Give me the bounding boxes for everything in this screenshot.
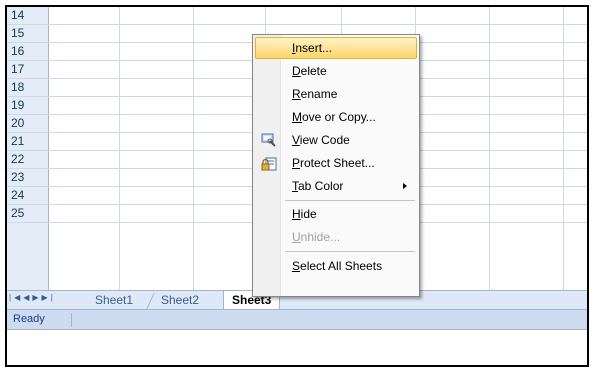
- sheet-tab[interactable]: Sheet1: [87, 291, 141, 309]
- view-code-icon: [261, 133, 276, 147]
- menu-item-rename[interactable]: Rename: [255, 83, 417, 105]
- row-header[interactable]: 20: [7, 115, 49, 132]
- status-text: Ready: [13, 313, 45, 325]
- row-header[interactable]: 22: [7, 151, 49, 168]
- table-row[interactable]: 14: [7, 7, 587, 25]
- row-header[interactable]: 25: [7, 205, 49, 222]
- status-divider: [71, 313, 72, 327]
- row-header[interactable]: 15: [7, 25, 49, 42]
- sheet-tab[interactable]: Sheet2: [153, 291, 207, 309]
- protect-sheet-icon: [261, 157, 277, 171]
- row-header: [7, 223, 49, 290]
- row-header[interactable]: 18: [7, 79, 49, 96]
- menu-item-move-or-copy[interactable]: Move or Copy...: [255, 106, 417, 128]
- submenu-arrow-icon: [403, 183, 407, 189]
- menu-item-hide[interactable]: Hide: [255, 203, 417, 225]
- row-header[interactable]: 16: [7, 43, 49, 60]
- row-header[interactable]: 21: [7, 133, 49, 150]
- row-header[interactable]: 23: [7, 169, 49, 186]
- next-sheet-icon[interactable]: ▶: [32, 293, 41, 302]
- menu-item-unhide: Unhide...: [292, 230, 341, 244]
- row-header[interactable]: 14: [7, 7, 49, 24]
- last-sheet-icon[interactable]: ▶|: [42, 293, 56, 302]
- menu-item-insert[interactable]: Insert...: [255, 37, 417, 59]
- sheet-tab-context-menu: Insert... Delete Rename Move or Copy... …: [252, 34, 420, 297]
- status-bar: Ready: [7, 310, 587, 330]
- row-header[interactable]: 17: [7, 61, 49, 78]
- row-header[interactable]: 19: [7, 97, 49, 114]
- menu-divider: [285, 200, 415, 201]
- row-header[interactable]: 24: [7, 187, 49, 204]
- first-sheet-icon[interactable]: |◀: [9, 293, 23, 302]
- menu-item-tab-color[interactable]: Tab Color: [255, 175, 417, 197]
- menu-item-protect-sheet[interactable]: Protect Sheet...: [255, 152, 417, 174]
- sheet-nav-buttons[interactable]: |◀◀▶▶|: [9, 293, 56, 302]
- menu-item-select-all-sheets[interactable]: Select All Sheets: [255, 255, 417, 277]
- menu-item-delete[interactable]: Delete: [255, 60, 417, 82]
- menu-item-view-code[interactable]: View Code: [255, 129, 417, 151]
- menu-divider: [285, 251, 415, 252]
